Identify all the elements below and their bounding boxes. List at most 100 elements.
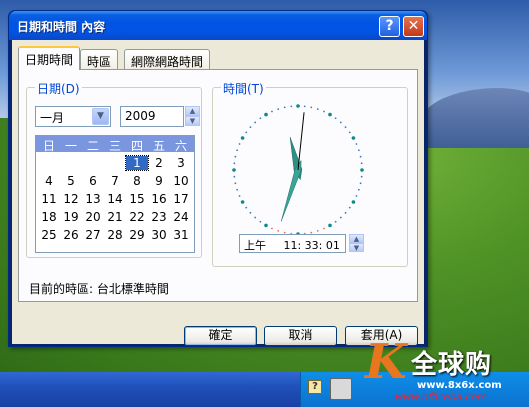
clock-minute-mark (245, 206, 248, 209)
clock-minute-mark (359, 155, 362, 158)
clock-minute-mark (355, 143, 358, 145)
clock-minute-mark (277, 229, 280, 232)
close-button[interactable]: ✕ (403, 16, 424, 37)
clock-minute-mark (344, 211, 347, 214)
calendar-day[interactable]: 18 (38, 210, 60, 224)
tab-time-zone[interactable]: 時區 (80, 49, 119, 69)
time-group-legend: 時間(T) (221, 80, 266, 97)
calendar-day[interactable]: 22 (126, 210, 148, 224)
calendar-day[interactable]: 30 (148, 228, 170, 242)
calendar-day[interactable]: 6 (82, 174, 104, 188)
clock-minute-mark (249, 211, 252, 214)
clock-hour-mark (360, 168, 364, 172)
calendar-day[interactable]: 5 (60, 174, 82, 188)
watermark-url-2: www.officeba.com (395, 392, 487, 403)
clock-minute-mark (236, 188, 239, 191)
clock-hour-mark (240, 136, 245, 140)
calendar-day[interactable]: 14 (104, 192, 126, 206)
calendar-weekday-header: 日一二三四五六 (36, 136, 194, 153)
calendar-day[interactable]: 9 (148, 174, 170, 188)
calendar-day[interactable]: 1 (125, 155, 149, 171)
clock-minute-mark (316, 229, 319, 232)
desktop-hills (420, 88, 529, 148)
calendar-day[interactable]: 8 (126, 174, 148, 188)
clock-minute-mark (259, 220, 262, 223)
help-button[interactable]: ? (379, 16, 400, 37)
calendar-day[interactable]: 7 (104, 174, 126, 188)
calendar-day[interactable]: 29 (126, 228, 148, 242)
date-time-properties-window: 日期和時間 內容 ? ✕ 日期時間 時區 網際網路時間 日期(D) 一月 ▼ 2… (8, 10, 428, 347)
clock-minute-mark (234, 155, 237, 158)
clock-minute-mark (254, 216, 257, 219)
clock-minute-mark (238, 195, 241, 197)
clock-hour-mark (328, 223, 332, 228)
clock-minute-mark (236, 149, 239, 152)
calendar-day[interactable]: 25 (38, 228, 60, 242)
spin-up-icon[interactable]: ▲ (185, 106, 200, 116)
chevron-down-icon[interactable]: ▼ (92, 108, 109, 125)
calendar-day[interactable]: 16 (148, 192, 170, 206)
calendar-day[interactable]: 4 (38, 174, 60, 188)
calendar-day[interactable]: 2 (148, 156, 170, 170)
help-tray-icon[interactable]: ? (308, 380, 322, 394)
ok-button[interactable]: 確定 (184, 326, 257, 346)
calendar-day[interactable]: 19 (60, 210, 82, 224)
year-input[interactable]: 2009 (120, 106, 184, 127)
month-value: 一月 (40, 111, 65, 125)
calendar-day[interactable]: 13 (82, 192, 104, 206)
clock-minute-mark (249, 126, 252, 129)
tab-internet-time[interactable]: 網際網路時間 (124, 49, 211, 69)
clock-minute-mark (355, 195, 358, 197)
calendar-day[interactable]: 31 (170, 228, 192, 242)
clock-minute-mark (233, 175, 236, 178)
calendar-grid[interactable]: 日一二三四五六 1 2 3 4 5 6 7 8 9 10 11 12 13 14 15 16 17 18 19 20 2… (35, 135, 195, 253)
calendar-day[interactable]: 10 (170, 174, 192, 188)
watermark-brand: 全球购 (411, 350, 493, 380)
weekday-label: 五 (152, 139, 165, 153)
watermark-logo: K 全球购 www.8x6x.com www.officeba.com (365, 338, 529, 407)
weekday-label: 六 (174, 139, 187, 153)
calendar-day[interactable]: 28 (104, 228, 126, 242)
tab-date-time[interactable]: 日期時間 (18, 46, 81, 70)
calendar-day[interactable]: 24 (170, 210, 192, 224)
month-select[interactable]: 一月 ▼ (35, 106, 111, 127)
clock-minute-mark (323, 227, 325, 230)
weekday-label: 四 (130, 139, 143, 153)
spin-up-icon[interactable]: ▲ (349, 234, 364, 243)
calendar-day[interactable]: 26 (60, 228, 82, 242)
clock-hour-mark (232, 168, 236, 172)
calendar-day[interactable]: 23 (148, 210, 170, 224)
calendar-day[interactable]: 27 (82, 228, 104, 242)
calendar-day[interactable]: 12 (60, 192, 82, 206)
clock-minute-mark (277, 108, 280, 111)
year-spinner[interactable]: ▲ ▼ (185, 106, 200, 127)
clock-minute-mark (360, 162, 363, 165)
date-group: 日期(D) 一月 ▼ 2009 ▲ ▼ 日一二三四五六 1 2 3 4 5 6 7 8 9 10 1… (26, 80, 202, 258)
time-input[interactable]: 上午 11: 33: 01 (239, 234, 346, 253)
clock-minute-mark (339, 121, 342, 124)
clock-minute-mark (357, 149, 360, 152)
clock-hour-mark (351, 136, 356, 140)
clock-minute-mark (357, 188, 360, 191)
watermark-url: www.8x6x.com (417, 380, 502, 391)
weekday-label: 日 (42, 139, 55, 153)
spin-down-icon[interactable]: ▼ (185, 116, 200, 126)
clock-minute-mark (238, 143, 241, 145)
clock-minute-mark (254, 121, 257, 124)
calendar-day[interactable]: 15 (126, 192, 148, 206)
clock-minute-mark (310, 106, 313, 109)
title-bar[interactable]: 日期和時間 內容 ? ✕ (9, 11, 427, 40)
time-group: 時間(T) 上午 11: 33: 01 ▲ ▼ (212, 80, 408, 267)
calendar-day[interactable]: 3 (170, 156, 192, 170)
calendar-day[interactable]: 20 (82, 210, 104, 224)
tray-app-icon[interactable] (330, 378, 352, 400)
time-spinner[interactable]: ▲ ▼ (349, 234, 364, 253)
clock-hour-mark (264, 223, 268, 228)
clock-hour-mark (240, 200, 245, 204)
calendar-day[interactable]: 11 (38, 192, 60, 206)
calendar-day[interactable]: 17 (170, 192, 192, 206)
spin-down-icon[interactable]: ▼ (349, 243, 364, 252)
cancel-button[interactable]: 取消 (264, 326, 337, 346)
weekday-label: 一 (64, 139, 77, 153)
calendar-day[interactable]: 21 (104, 210, 126, 224)
